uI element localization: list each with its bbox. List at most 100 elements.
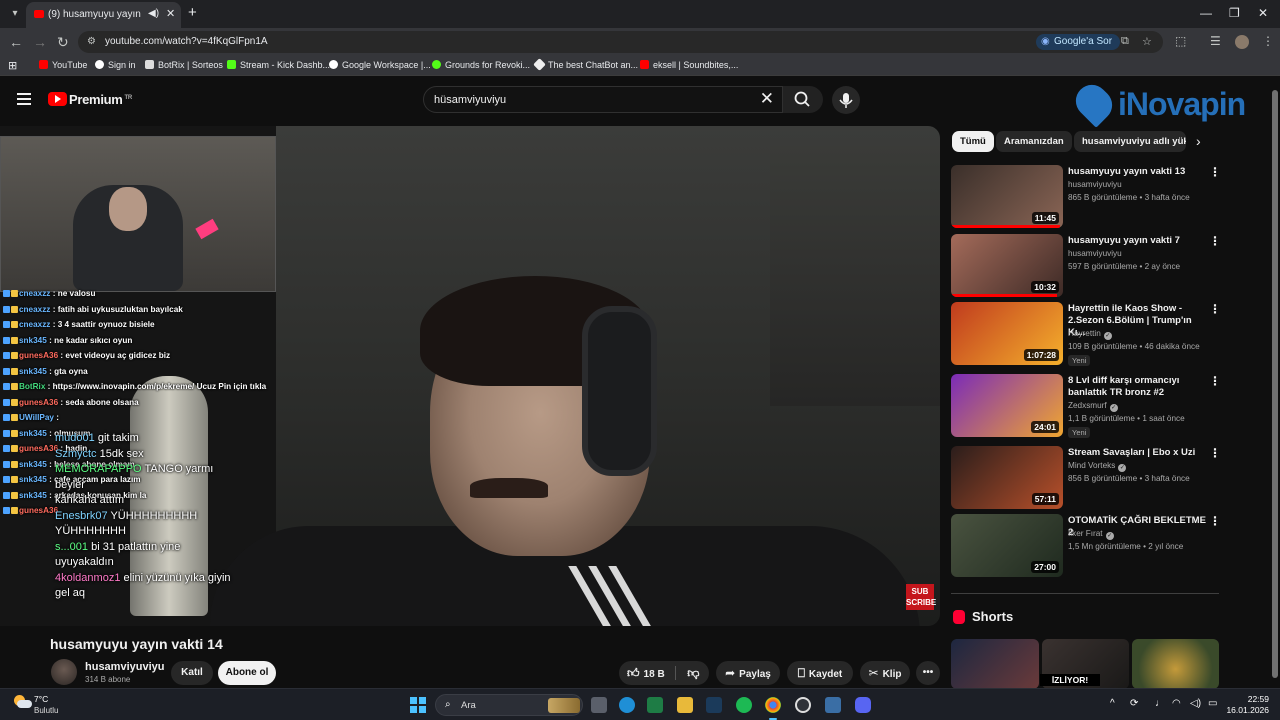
profile-avatar[interactable] <box>1235 35 1249 49</box>
more-options-icon[interactable]: ⋮ <box>1209 514 1221 528</box>
more-options-icon[interactable]: ⋮ <box>1209 302 1221 316</box>
file-explorer-icon[interactable] <box>677 697 693 713</box>
more-options-icon[interactable]: ⋮ <box>1209 374 1221 388</box>
share-button[interactable]: ➦ Paylaş <box>716 661 780 685</box>
google-sor-button[interactable]: ◉ Google'a Sor <box>1036 34 1121 50</box>
search-query[interactable]: hüsamviyuviyu <box>434 94 506 106</box>
restore-icon[interactable]: ❐ <box>1229 6 1240 20</box>
volume-icon[interactable]: ◁) <box>1190 698 1201 709</box>
related-video[interactable]: 11:45 husamyuyu yayın vakti 13 husamviyuvi… <box>951 165 1221 229</box>
related-video[interactable]: 10:32 husamyuyu yayın vakti 7 husamviyuviy… <box>951 234 1221 298</box>
obs-icon[interactable] <box>795 697 811 713</box>
video-thumbnail[interactable]: 24:01 <box>951 374 1063 437</box>
related-video[interactable]: 27:00 OTOMATİK ÇAĞRI BEKLETME 2 İlker Fıra… <box>951 514 1221 578</box>
bookmark-google-workspace[interactable]: Google Workspace |... <box>329 60 431 70</box>
wifi-icon[interactable]: ◠ <box>1172 698 1181 709</box>
dislike-button[interactable]: 👎︎ <box>687 666 703 680</box>
back-icon[interactable]: ← <box>9 34 23 50</box>
join-button[interactable]: Katıl <box>171 661 213 685</box>
battery-icon[interactable]: ▭ <box>1208 698 1217 709</box>
bookmark-sign-in[interactable]: Sign in <box>95 60 136 70</box>
related-video[interactable]: 1:07:28 Hayrettin ile Kaos Show - 2.Sezon… <box>951 302 1221 366</box>
related-video-channel[interactable]: İlker Fırat ✓ <box>1068 529 1114 540</box>
edge-icon[interactable] <box>619 697 635 713</box>
chip-from-search[interactable]: Aramanızdan <box>996 131 1072 152</box>
omnibox[interactable]: ⚙ youtube.com/watch?v=4fKqGlFpn1A ◉ Goog… <box>78 31 1163 53</box>
url-text[interactable]: youtube.com/watch?v=4fKqGlFpn1A <box>105 36 268 47</box>
page-scrollbar[interactable] <box>1272 84 1278 684</box>
more-options-icon[interactable]: ⋮ <box>1209 446 1221 460</box>
bookmark-youtube[interactable]: YouTube <box>39 60 87 70</box>
bookmark-kick-dashboard[interactable]: Stream - Kick Dashb... <box>227 60 330 70</box>
weather-widget[interactable] <box>12 693 36 717</box>
speaker-icon[interactable]: ◀) <box>148 8 159 19</box>
window-close-icon[interactable]: ✕ <box>1258 6 1268 20</box>
related-video-channel[interactable]: Zedxsmurf ✓ <box>1068 401 1118 412</box>
excel-icon[interactable] <box>647 697 663 713</box>
channel-name[interactable]: husamviyuviyu <box>85 661 164 673</box>
windows-start-icon[interactable] <box>410 697 426 713</box>
forward-icon[interactable]: → <box>33 34 47 50</box>
browser-tab[interactable]: (9) husamyuyu yayın vakti 14 ◀) ✕ <box>26 2 181 28</box>
related-video-title[interactable]: husamyuyu yayın vakti 7 <box>1068 235 1208 247</box>
reading-list-icon[interactable]: ☰ <box>1210 34 1221 48</box>
video-thumbnail[interactable]: 57:11 <box>951 446 1063 509</box>
chrome-icon[interactable] <box>765 697 781 720</box>
scrollbar-thumb[interactable] <box>1272 90 1278 678</box>
task-view-icon[interactable] <box>591 697 607 713</box>
more-options-icon[interactable]: ⋮ <box>1209 165 1221 179</box>
spotify-icon[interactable] <box>736 697 752 713</box>
discord-icon[interactable] <box>855 697 871 713</box>
voice-search-button[interactable] <box>832 86 860 114</box>
video-player[interactable]: cneaxzz : ne valosu cneaxzz : fatih abi u… <box>0 126 940 626</box>
bookmark-grounds[interactable]: Grounds for Revoki... <box>432 60 530 70</box>
video-thumbnail[interactable]: 10:32 <box>951 234 1063 297</box>
system-clock[interactable]: 22:59 16.01.2026 <box>1225 694 1269 716</box>
more-options-icon[interactable]: ⋮ <box>1209 234 1221 248</box>
app-icon[interactable] <box>825 697 841 713</box>
chip-channel-uploads[interactable]: husamviyuviyu adlı yükle <box>1074 131 1186 152</box>
install-icon[interactable]: ⧉ <box>1121 35 1129 48</box>
network-status-icon[interactable]: ⟳ <box>1130 698 1138 709</box>
steam-icon[interactable] <box>706 697 722 713</box>
subscribe-button[interactable]: Abone ol <box>218 661 276 685</box>
like-button[interactable]: 👍︎ 18 B <box>627 666 665 680</box>
search-button[interactable] <box>783 86 823 113</box>
tab-search-icon[interactable]: ▾ <box>6 5 24 23</box>
related-video-title[interactable]: 8 Lvl diff karşı ormancıyı banlattık TR … <box>1068 375 1208 399</box>
tab-close-icon[interactable]: ✕ <box>166 7 175 20</box>
bookmark-star-icon[interactable]: ☆ <box>1142 35 1152 48</box>
save-button[interactable]: ⎕ Kaydet <box>787 661 853 685</box>
chip-all[interactable]: Tümü <box>952 131 994 152</box>
reload-icon[interactable]: ↻ <box>57 34 69 51</box>
short-thumbnail[interactable] <box>1132 639 1219 689</box>
video-thumbnail[interactable]: 1:07:28 <box>951 302 1063 365</box>
video-thumbnail[interactable]: 11:45 <box>951 165 1063 228</box>
related-video-channel[interactable]: husamviyuviyu <box>1068 249 1122 258</box>
bookmark-eksell[interactable]: eksell | Soundbites,... <box>640 60 738 70</box>
related-video-channel[interactable]: Mind Vorteks ✓ <box>1068 461 1127 472</box>
channel-avatar[interactable] <box>51 659 77 685</box>
youtube-logo-icon[interactable] <box>48 92 67 106</box>
microphone-tray-icon[interactable]: ♩ <box>1155 698 1165 709</box>
related-video-title[interactable]: Stream Savaşları | Ebo x Uzi <box>1068 447 1208 459</box>
apps-grid-icon[interactable]: ⊞ <box>8 59 17 72</box>
related-video-channel[interactable]: husamviyuviyu <box>1068 180 1122 189</box>
taskbar-search[interactable]: ⌕ Ara <box>435 694 583 716</box>
related-video-title[interactable]: husamyuyu yayın vakti 13 <box>1068 166 1208 178</box>
clear-search-icon[interactable]: ✕ <box>760 89 774 109</box>
related-video[interactable]: 57:11 Stream Savaşları | Ebo x Uzi Mind Vo… <box>951 446 1221 510</box>
chevron-right-icon[interactable]: › <box>1196 133 1201 149</box>
search-input[interactable]: hüsamviyuviyu ✕ <box>423 86 783 113</box>
short-thumbnail[interactable] <box>951 639 1039 689</box>
site-info-icon[interactable]: ⚙ <box>87 36 96 47</box>
new-tab-icon[interactable]: + <box>188 4 197 21</box>
related-video-channel[interactable]: Hayrettin ✓ <box>1068 329 1112 340</box>
bookmark-chatbot[interactable]: The best ChatBot an... <box>533 58 638 71</box>
more-actions-button[interactable]: ••• <box>916 661 940 685</box>
minimize-icon[interactable]: — <box>1200 6 1212 20</box>
chrome-menu-icon[interactable]: ⋮ <box>1262 34 1274 48</box>
extensions-icon[interactable]: ⬚ <box>1175 34 1186 48</box>
bookmark-botrix[interactable]: BotRix | Sorteos <box>145 60 223 70</box>
menu-icon[interactable] <box>17 93 31 105</box>
